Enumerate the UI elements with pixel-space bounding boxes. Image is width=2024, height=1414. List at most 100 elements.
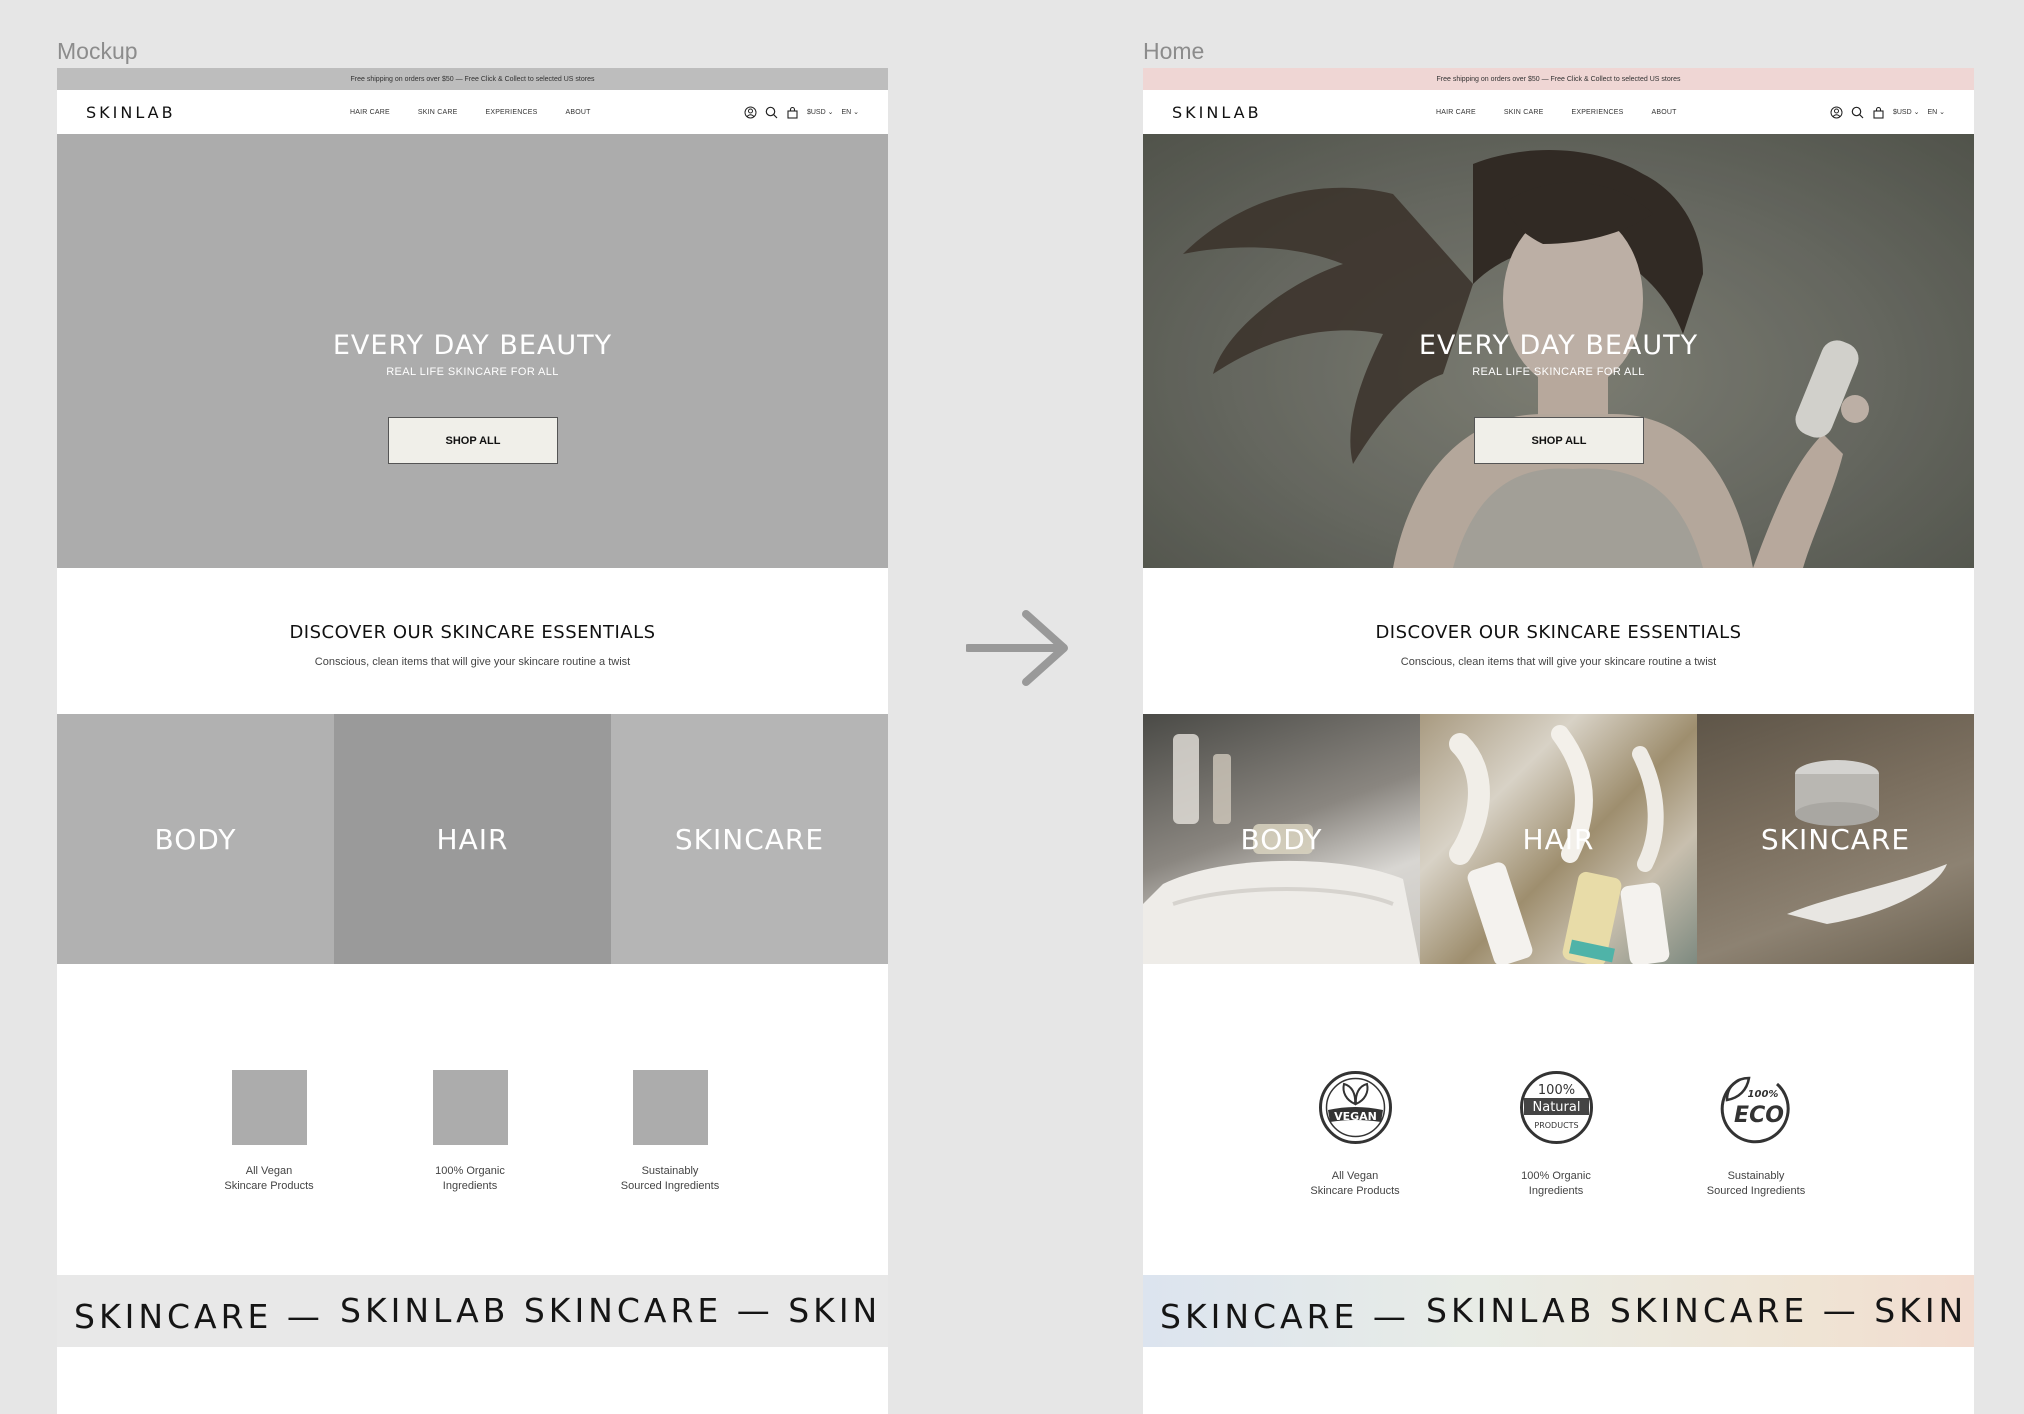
feature-image-placeholder: [231, 1070, 307, 1145]
discover-subtitle: Conscious, clean items that will give yo…: [314, 656, 631, 668]
header-tools: $USD ⌄ EN ⌄: [744, 106, 859, 119]
marquee-banner: SKINCARE — SKINLAB SKINCARE — SKIN: [57, 1275, 888, 1347]
announcement-text: Free shipping on orders over $50 — Free …: [350, 75, 595, 83]
feature-line1: 100% Organic: [1521, 1170, 1591, 1182]
feature-vegan: VEGAN All Vegan Skincare Products: [1285, 1070, 1425, 1199]
feature-line2: Skincare Products: [1310, 1185, 1400, 1197]
logo[interactable]: SKINLAB: [86, 103, 176, 122]
hero-banner: EVERY DAY BEAUTY REAL LIFE SKINCARE FOR …: [1143, 134, 1974, 568]
menu-item-about[interactable]: ABOUT: [1651, 109, 1676, 116]
menu-item-skin-care[interactable]: SKIN CARE: [418, 109, 458, 116]
shop-all-button[interactable]: SHOP ALL: [1474, 417, 1644, 464]
cart-icon[interactable]: [1872, 106, 1885, 119]
category-skincare[interactable]: SKINCARE: [611, 714, 888, 964]
category-label: SKINCARE: [674, 822, 825, 856]
vegan-badge-icon: VEGAN: [1318, 1071, 1392, 1144]
category-body[interactable]: BODY: [57, 714, 334, 964]
marquee-text-2: SKINLAB SKINCARE — SKIN: [340, 1291, 882, 1330]
feature-vegan: All Vegan Skincare Products: [199, 1070, 339, 1194]
discover-title: DISCOVER OUR SKINCARE ESSENTIALS: [1375, 622, 1742, 643]
mockup-frame-label: Mockup: [57, 38, 138, 64]
language-label: EN: [1927, 109, 1938, 116]
category-grid: BODY HAIR SKINCARE: [1143, 714, 1974, 964]
feature-caption: Sustainably Sourced Ingredients: [1686, 1169, 1826, 1199]
currency-selector[interactable]: $USD ⌄: [1893, 108, 1920, 116]
feature-line1: 100% Organic: [435, 1165, 505, 1177]
category-grid: BODY HAIR SKINCARE: [57, 714, 888, 964]
natural-badge-word: Natural: [1532, 1100, 1580, 1115]
hero-title: EVERY DAY BEAUTY: [1418, 330, 1699, 361]
discover-section: DISCOVER OUR SKINCARE ESSENTIALS Conscio…: [57, 568, 888, 714]
feature-line1: Sustainably: [1727, 1170, 1785, 1182]
menu-item-experiences[interactable]: EXPERIENCES: [485, 109, 537, 116]
announcement-bar: Free shipping on orders over $50 — Free …: [57, 68, 888, 90]
header-nav: SKINLAB HAIR CARE SKIN CARE EXPERIENCES …: [1143, 90, 1974, 134]
right-arrow-icon: [966, 610, 1068, 686]
feature-caption: 100% Organic Ingredients: [1486, 1169, 1626, 1199]
feature-line1: All Vegan: [1331, 1170, 1379, 1182]
feature-image-placeholder: [632, 1070, 708, 1145]
feature-caption: Sustainably Sourced Ingredients: [600, 1164, 740, 1194]
main-menu: HAIR CARE SKIN CARE EXPERIENCES ABOUT: [350, 109, 619, 116]
currency-selector[interactable]: $USD ⌄: [807, 108, 834, 116]
hero-subtitle: REAL LIFE SKINCARE FOR ALL: [386, 366, 559, 378]
mockup-frame: Free shipping on orders over $50 — Free …: [57, 68, 888, 1414]
category-body[interactable]: BODY: [1143, 714, 1420, 964]
category-label: HAIR: [1522, 822, 1595, 856]
category-hair[interactable]: HAIR: [334, 714, 611, 964]
feature-line2: Sourced Ingredients: [1706, 1185, 1806, 1197]
feature-sustainable: 100% ECO Sustainably Sourced Ingredients: [1686, 1070, 1826, 1199]
menu-item-hair-care[interactable]: HAIR CARE: [350, 109, 390, 116]
hero-subtitle: REAL LIFE SKINCARE FOR ALL: [1472, 366, 1645, 378]
discover-subtitle: Conscious, clean items that will give yo…: [1400, 656, 1717, 668]
feature-caption: All Vegan Skincare Products: [199, 1164, 339, 1194]
logo[interactable]: SKINLAB: [1172, 103, 1262, 122]
marquee-text-2: SKINLAB SKINCARE — SKIN: [1426, 1291, 1968, 1330]
menu-item-hair-care[interactable]: HAIR CARE: [1436, 109, 1476, 116]
feature-organic: 100% Natural PRODUCTS 100% Organic Ingred…: [1486, 1070, 1626, 1199]
search-icon[interactable]: [765, 106, 778, 119]
language-selector[interactable]: EN ⌄: [1927, 108, 1945, 116]
shop-all-button[interactable]: SHOP ALL: [388, 417, 558, 464]
feature-caption: 100% Organic Ingredients: [400, 1164, 540, 1194]
cart-icon[interactable]: [786, 106, 799, 119]
category-label: HAIR: [436, 822, 509, 856]
vegan-badge-text: VEGAN: [1334, 1110, 1377, 1123]
category-label: SKINCARE: [1760, 822, 1911, 856]
marquee-text-1: SKINCARE —: [74, 1297, 324, 1336]
category-hair[interactable]: HAIR: [1420, 714, 1697, 964]
discover-title: DISCOVER OUR SKINCARE ESSENTIALS: [289, 622, 656, 643]
header-tools: $USD ⌄ EN ⌄: [1830, 106, 1945, 119]
home-frame: Free shipping on orders over $50 — Free …: [1143, 68, 1974, 1414]
category-label: BODY: [154, 822, 237, 856]
feature-line1: Sustainably: [641, 1165, 699, 1177]
language-selector[interactable]: EN ⌄: [841, 108, 859, 116]
search-icon[interactable]: [1851, 106, 1864, 119]
currency-label: $USD: [806, 109, 826, 116]
header-nav: SKINLAB HAIR CARE SKIN CARE EXPERIENCES …: [57, 90, 888, 134]
natural-badge-products: PRODUCTS: [1534, 1121, 1578, 1130]
menu-item-about[interactable]: ABOUT: [565, 109, 590, 116]
category-skincare[interactable]: SKINCARE: [1697, 714, 1974, 964]
announcement-bar: Free shipping on orders over $50 — Free …: [1143, 68, 1974, 90]
main-menu: HAIR CARE SKIN CARE EXPERIENCES ABOUT: [1436, 109, 1705, 116]
feature-line1: All Vegan: [245, 1165, 293, 1177]
currency-label: $USD: [1892, 109, 1912, 116]
feature-line2: Skincare Products: [224, 1180, 314, 1192]
menu-item-experiences[interactable]: EXPERIENCES: [1571, 109, 1623, 116]
feature-line2: Ingredients: [442, 1180, 498, 1192]
home-frame-label: Home: [1143, 38, 1205, 64]
feature-sustainable: Sustainably Sourced Ingredients: [600, 1070, 740, 1194]
language-label: EN: [841, 109, 852, 116]
menu-item-skin-care[interactable]: SKIN CARE: [1504, 109, 1544, 116]
account-icon[interactable]: [1830, 106, 1843, 119]
account-icon[interactable]: [744, 106, 757, 119]
hero-placeholder: EVERY DAY BEAUTY REAL LIFE SKINCARE FOR …: [57, 134, 888, 568]
eco-badge-percent: 100%: [1747, 1089, 1778, 1100]
marquee-banner: SKINCARE — SKINLAB SKINCARE — SKIN: [1143, 1275, 1974, 1347]
feature-line2: Sourced Ingredients: [620, 1180, 720, 1192]
feature-organic: 100% Organic Ingredients: [400, 1070, 540, 1194]
discover-section: DISCOVER OUR SKINCARE ESSENTIALS Conscio…: [1143, 568, 1974, 714]
feature-line2: Ingredients: [1528, 1185, 1584, 1197]
eco-badge-icon: 100% ECO: [1720, 1076, 1790, 1144]
